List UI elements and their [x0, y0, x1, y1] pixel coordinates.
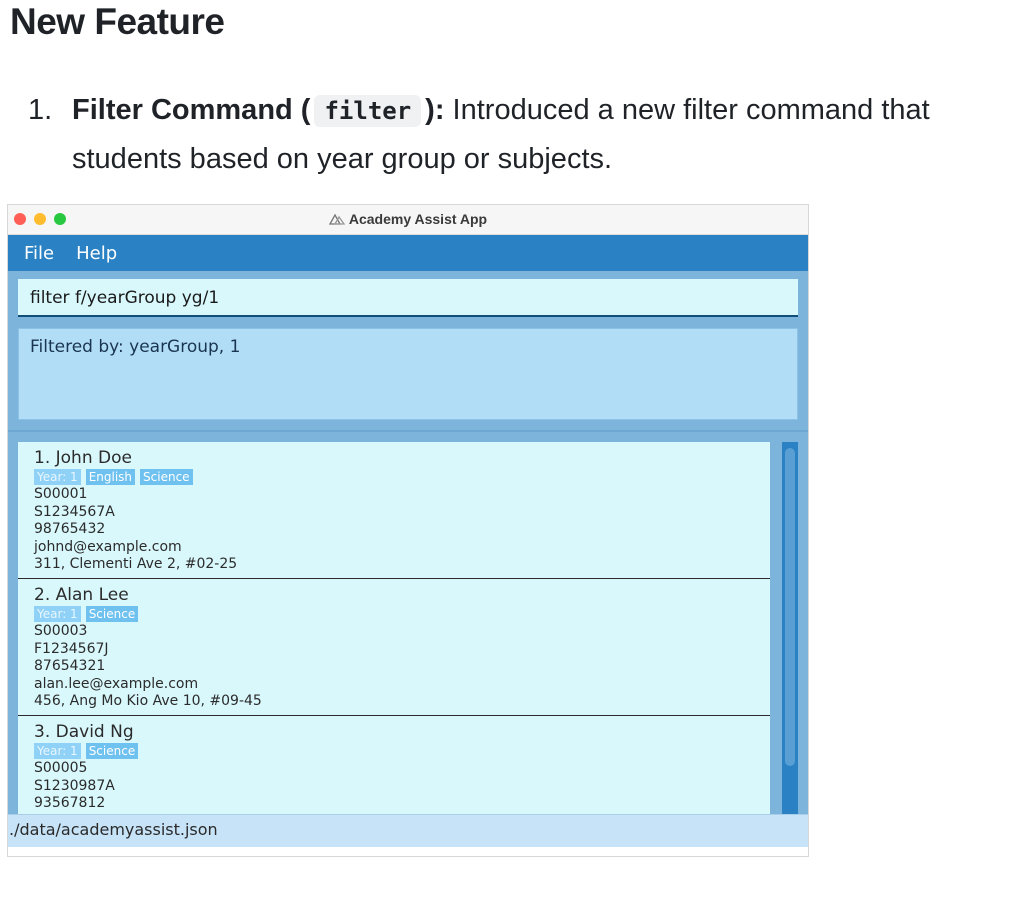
student-name: 2. Alan Lee — [34, 585, 129, 605]
feature-description-line1: Introduced a new filter command that — [444, 94, 930, 126]
title-bar: Academy Assist App — [8, 205, 808, 235]
window-title-text: Academy Assist App — [348, 211, 488, 227]
data-file-path: ./data/academyassist.json — [9, 820, 218, 839]
command-box-area: filter f/yearGroup yg/1 — [8, 271, 808, 324]
feature-item: 1. Filter Command (filter): Introduced a… — [28, 86, 1032, 183]
status-bar: ./data/academyassist.json — [8, 814, 808, 847]
list-scrollbar[interactable] — [782, 442, 798, 814]
student-card[interactable]: 2. Alan Lee Year: 1 Science S00003 F1234567J… — [18, 579, 770, 716]
command-input[interactable]: filter f/yearGroup yg/1 — [18, 279, 798, 317]
student-email: johnd@example.com — [34, 538, 182, 555]
result-display: Filtered by: yearGroup, 1 — [18, 328, 798, 420]
student-card[interactable]: 1. John Doe Year: 1 English Science S00001 S1… — [18, 442, 770, 579]
page-heading: New Feature — [10, 1, 225, 42]
student-phone: 93567812 — [34, 795, 106, 812]
menu-bar: File Help — [8, 235, 808, 271]
feature-list: 1. Filter Command (filter): Introduced a… — [28, 86, 1032, 183]
subject-tag: Science — [140, 469, 193, 485]
app-window: Academy Assist App File Help filter f/ye… — [8, 205, 808, 856]
year-tag: Year: 1 — [34, 606, 81, 622]
feature-title-end: ): — [425, 94, 445, 126]
student-id: S00005 — [34, 760, 88, 776]
student-tags: Year: 1 Science — [34, 743, 770, 759]
menu-file[interactable]: File — [24, 243, 54, 264]
student-phone: 98765432 — [34, 521, 106, 538]
student-list-panel: 1. John Doe Year: 1 English Science S00001 S1… — [8, 432, 808, 814]
feature-number: 1. — [28, 94, 53, 126]
student-nric: F1234567J — [34, 640, 109, 657]
result-display-area: Filtered by: yearGroup, 1 — [8, 324, 808, 432]
feature-description-line2: students based on year group or subjects… — [72, 143, 613, 175]
student-email: alan.lee@example.com — [34, 675, 199, 692]
student-address: 456, Ang Mo Kio Ave 10, #09-45 — [34, 693, 262, 710]
student-id: S00003 — [34, 623, 88, 639]
menu-help[interactable]: Help — [76, 243, 117, 264]
student-list[interactable]: 1. John Doe Year: 1 English Science S00001 S1… — [18, 442, 770, 814]
student-nric: S1230987A — [34, 777, 115, 794]
feature-title: Filter Command ( — [72, 94, 311, 126]
year-tag: Year: 1 — [34, 469, 81, 485]
student-tags: Year: 1 English Science — [34, 469, 770, 485]
student-name: 1. John Doe — [34, 448, 132, 468]
student-phone: 87654321 — [34, 658, 106, 675]
student-address: 311, Clementi Ave 2, #02-25 — [34, 556, 238, 573]
subject-tag: Science — [85, 743, 139, 759]
student-card[interactable]: 3. David Ng Year: 1 Science S00005 S1230987A… — [18, 716, 770, 814]
student-tags: Year: 1 Science — [34, 606, 770, 622]
student-id: S00001 — [34, 486, 88, 502]
window-title: Academy Assist App — [8, 211, 808, 227]
year-tag: Year: 1 — [34, 743, 81, 759]
student-nric: S1234567A — [34, 503, 115, 520]
scrollbar-thumb[interactable] — [785, 448, 795, 766]
subject-tag: English — [85, 469, 136, 485]
student-name: 3. David Ng — [34, 722, 134, 742]
subject-tag: Science — [85, 606, 139, 622]
filter-code: filter — [314, 95, 422, 127]
app-logo-icon — [328, 213, 345, 225]
